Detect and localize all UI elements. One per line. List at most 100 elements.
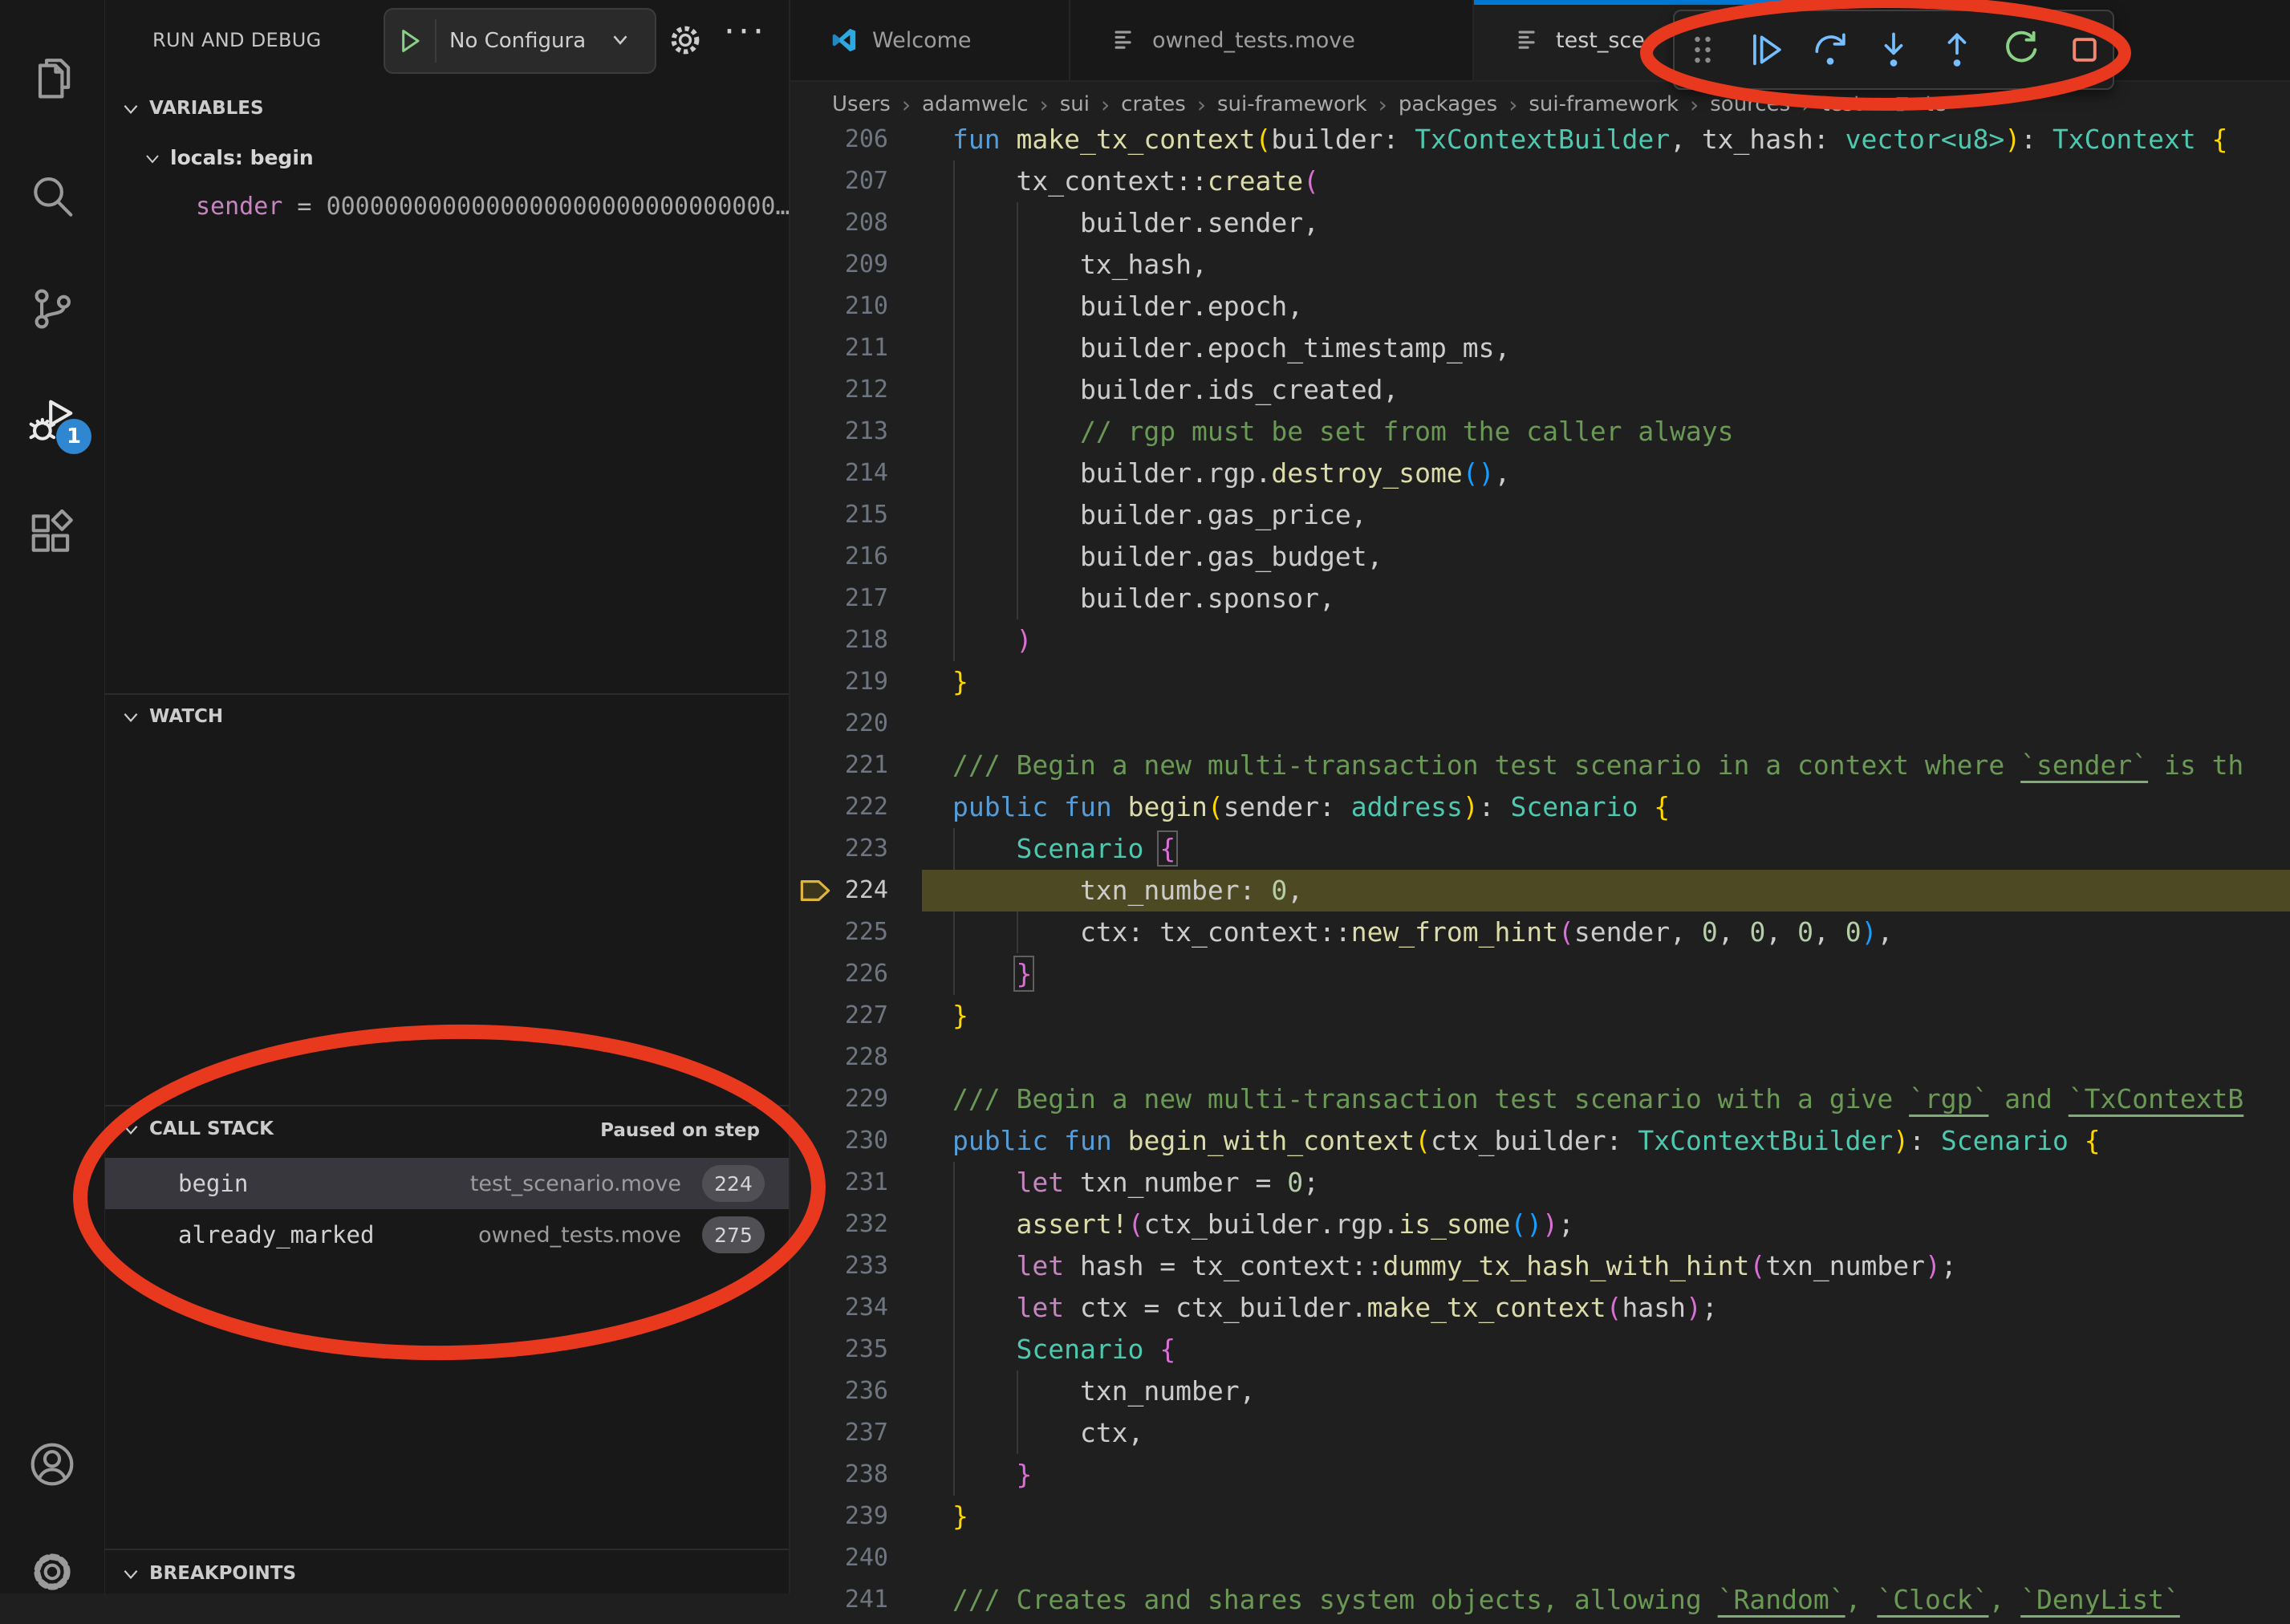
- code-line[interactable]: 230public fun begin_with_context(ctx_bui…: [790, 1120, 2290, 1162]
- code-line[interactable]: 223 Scenario {: [790, 828, 2290, 870]
- code-line[interactable]: 229/// Begin a new multi-transaction tes…: [790, 1078, 2290, 1120]
- tab-welcome[interactable]: Welcome: [790, 0, 1070, 80]
- line-number[interactable]: 234: [790, 1287, 888, 1329]
- step-over-icon[interactable]: [1802, 18, 1858, 82]
- code-line[interactable]: 238 }: [790, 1454, 2290, 1496]
- code-line[interactable]: 235 Scenario {: [790, 1329, 2290, 1370]
- code-line[interactable]: 213 // rgp must be set from the caller a…: [790, 411, 2290, 453]
- variables-scope-row[interactable]: locals: begin: [143, 146, 314, 169]
- code-line[interactable]: 212 builder.ids_created,: [790, 369, 2290, 411]
- line-number[interactable]: 233: [790, 1245, 888, 1287]
- breadcrumb-item[interactable]: sui-framework: [1217, 92, 1367, 116]
- line-number[interactable]: 222: [790, 786, 888, 828]
- breadcrumb-item[interactable]: packages: [1399, 92, 1497, 116]
- code-line[interactable]: 211 builder.epoch_timestamp_ms,: [790, 327, 2290, 369]
- line-number[interactable]: 240: [790, 1537, 888, 1579]
- more-actions-icon[interactable]: ···: [724, 11, 767, 52]
- code-line[interactable]: 231 let txn_number = 0;: [790, 1162, 2290, 1204]
- line-number[interactable]: 208: [790, 202, 888, 244]
- code-line[interactable]: 217 builder.sponsor,: [790, 578, 2290, 619]
- code-line[interactable]: 233 let hash = tx_context::dummy_tx_hash…: [790, 1245, 2290, 1287]
- line-number[interactable]: 228: [790, 1037, 888, 1078]
- code-line[interactable]: 241/// Creates and shares system objects…: [790, 1579, 2290, 1621]
- step-into-icon[interactable]: [1866, 18, 1921, 82]
- breadcrumb-item[interactable]: adamwelc: [922, 92, 1028, 116]
- code-line[interactable]: 208 builder.sender,: [790, 202, 2290, 244]
- breadcrumb-item[interactable]: sui-framework: [1529, 92, 1679, 116]
- line-number[interactable]: 239: [790, 1496, 888, 1537]
- code-line[interactable]: 239}: [790, 1496, 2290, 1537]
- breadcrumb-item[interactable]: crates: [1121, 92, 1186, 116]
- breadcrumb-file[interactable]: te: [1925, 92, 1946, 116]
- code-line[interactable]: 222public fun begin(sender: address): Sc…: [790, 786, 2290, 828]
- breakpoints-section-header[interactable]: BREAKPOINTS: [120, 1563, 296, 1584]
- call-stack-frame[interactable]: begin test_scenario.move 224: [104, 1158, 789, 1209]
- continue-icon[interactable]: [1738, 18, 1793, 82]
- breadcrumb-item[interactable]: test: [1821, 92, 1862, 116]
- line-number[interactable]: 216: [790, 536, 888, 578]
- line-number[interactable]: 235: [790, 1329, 888, 1370]
- activity-settings-icon[interactable]: [0, 1520, 104, 1624]
- activity-debug-icon[interactable]: 1: [0, 369, 104, 473]
- code-line[interactable]: 226 }: [790, 953, 2290, 995]
- activity-files-icon[interactable]: [0, 29, 104, 133]
- line-number[interactable]: 232: [790, 1204, 888, 1245]
- line-number[interactable]: 214: [790, 453, 888, 494]
- line-number[interactable]: 219: [790, 661, 888, 703]
- line-number[interactable]: 218: [790, 619, 888, 661]
- line-number[interactable]: 236: [790, 1370, 888, 1412]
- activity-account-icon[interactable]: [0, 1412, 104, 1516]
- line-number[interactable]: 231: [790, 1162, 888, 1204]
- code-line[interactable]: 232 assert!(ctx_builder.rgp.is_some());: [790, 1204, 2290, 1245]
- debug-config-control[interactable]: No Configura: [384, 8, 656, 74]
- activity-source-control-icon[interactable]: [0, 257, 104, 361]
- start-debug-icon[interactable]: [385, 19, 436, 63]
- line-number[interactable]: 210: [790, 286, 888, 327]
- code-line[interactable]: 237 ctx,: [790, 1412, 2290, 1454]
- line-number[interactable]: 223: [790, 828, 888, 870]
- tab-owned-tests-move[interactable]: owned_tests.move: [1070, 0, 1474, 80]
- code-line[interactable]: 227}: [790, 995, 2290, 1037]
- code-line[interactable]: 220: [790, 703, 2290, 745]
- code-line[interactable]: 207 tx_context::create(: [790, 160, 2290, 202]
- line-number[interactable]: 207: [790, 160, 888, 202]
- watch-section-header[interactable]: WATCH: [120, 706, 223, 727]
- line-number[interactable]: 225: [790, 911, 888, 953]
- restart-icon[interactable]: [1993, 18, 2048, 82]
- code-line[interactable]: 228: [790, 1037, 2290, 1078]
- variable-row[interactable]: sender = 0000000000000000000000000000000…: [196, 193, 789, 221]
- line-number[interactable]: 229: [790, 1078, 888, 1120]
- line-number[interactable]: 215: [790, 494, 888, 536]
- line-number[interactable]: 237: [790, 1412, 888, 1454]
- call-stack-frame[interactable]: already_marked owned_tests.move 275: [104, 1209, 789, 1261]
- breadcrumb-item[interactable]: sui: [1060, 92, 1090, 116]
- line-number[interactable]: 241: [790, 1579, 888, 1621]
- line-number[interactable]: 211: [790, 327, 888, 369]
- code-line[interactable]: 240: [790, 1537, 2290, 1579]
- stop-icon[interactable]: [2057, 18, 2113, 82]
- line-number[interactable]: 221: [790, 745, 888, 786]
- code-line[interactable]: 218 ): [790, 619, 2290, 661]
- code-line[interactable]: 219}: [790, 661, 2290, 703]
- line-number[interactable]: 212: [790, 369, 888, 411]
- code-line[interactable]: 225 ctx: tx_context::new_from_hint(sende…: [790, 911, 2290, 953]
- line-number[interactable]: 230: [790, 1120, 888, 1162]
- breadcrumb-item[interactable]: Users: [832, 92, 891, 116]
- line-number[interactable]: 227: [790, 995, 888, 1037]
- line-number[interactable]: 213: [790, 411, 888, 453]
- line-number[interactable]: 220: [790, 703, 888, 745]
- call-stack-section-header[interactable]: CALL STACK: [120, 1119, 274, 1139]
- code-line[interactable]: 209 tx_hash,: [790, 244, 2290, 286]
- code-line[interactable]: 216 builder.gas_budget,: [790, 536, 2290, 578]
- activity-extensions-icon[interactable]: [0, 482, 104, 587]
- gear-icon[interactable]: [666, 21, 704, 59]
- debug-config-dropdown[interactable]: No Configura: [449, 29, 607, 53]
- code-line[interactable]: 236 txn_number,: [790, 1370, 2290, 1412]
- code-line[interactable]: 224 txn_number: 0,: [790, 870, 2290, 911]
- line-number[interactable]: 217: [790, 578, 888, 619]
- line-number[interactable]: 226: [790, 953, 888, 995]
- line-number[interactable]: 209: [790, 244, 888, 286]
- breadcrumb-item[interactable]: sources: [1710, 92, 1790, 116]
- code-line[interactable]: 234 let ctx = ctx_builder.make_tx_contex…: [790, 1287, 2290, 1329]
- step-out-icon[interactable]: [1930, 18, 1985, 82]
